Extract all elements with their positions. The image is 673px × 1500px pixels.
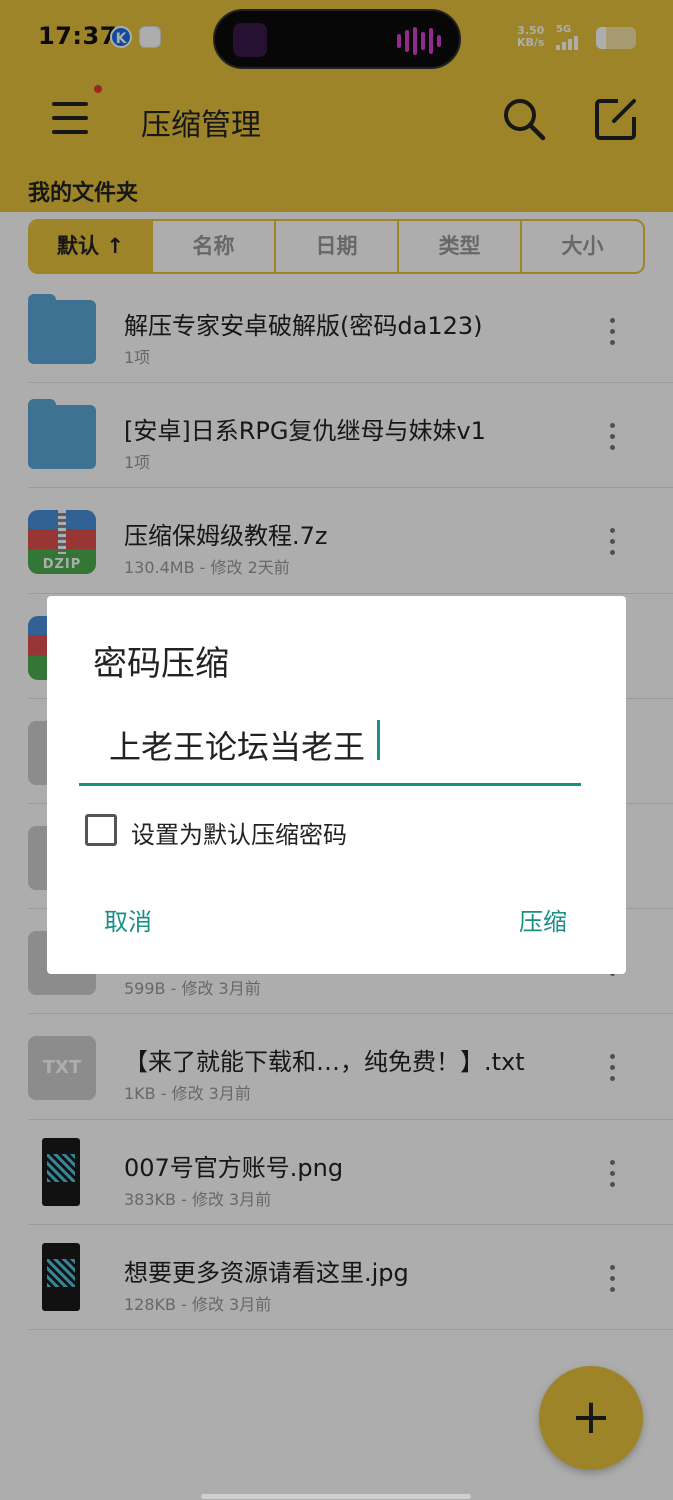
compress-button[interactable]: 压缩 bbox=[519, 902, 567, 937]
text-cursor bbox=[377, 720, 380, 760]
password-input[interactable] bbox=[79, 706, 581, 786]
password-compress-dialog: 密码压缩 设置为默认压缩密码 取消 压缩 bbox=[47, 596, 626, 974]
cancel-button[interactable]: 取消 bbox=[104, 902, 152, 937]
home-indicator[interactable] bbox=[201, 1494, 471, 1499]
checkbox-label: 设置为默认压缩密码 bbox=[131, 821, 347, 849]
default-password-checkbox[interactable] bbox=[85, 814, 117, 846]
dialog-title: 密码压缩 bbox=[93, 644, 229, 684]
